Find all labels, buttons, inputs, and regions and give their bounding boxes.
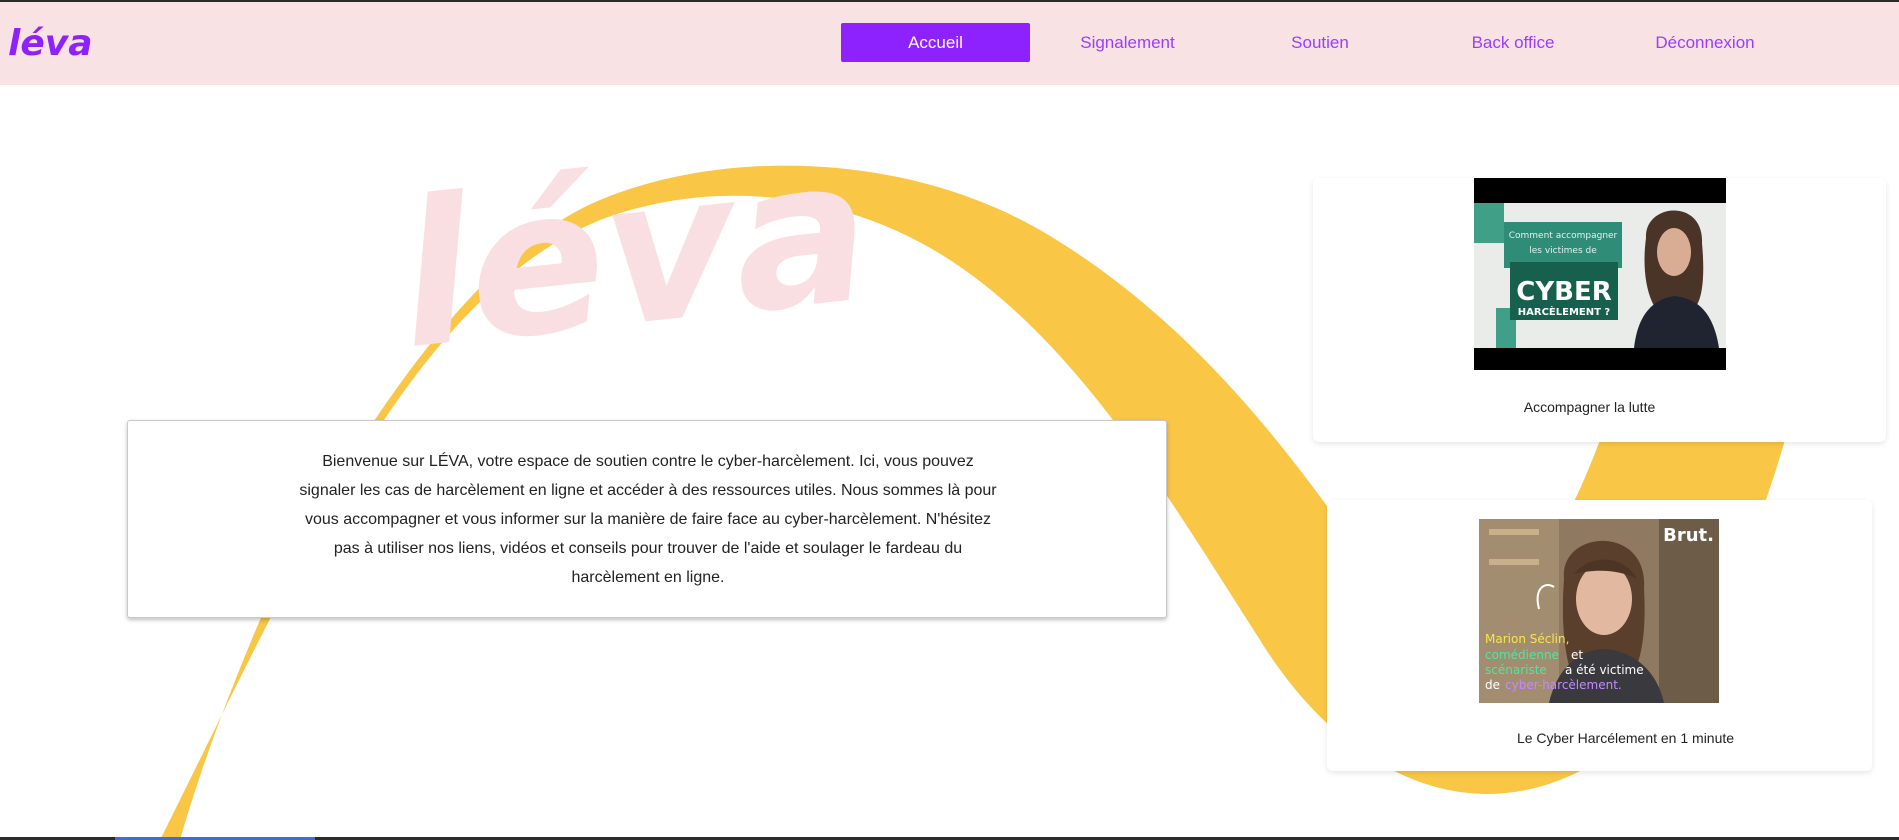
nav-back-office[interactable]: Back office xyxy=(1433,23,1593,62)
video-title[interactable]: Le Cyber Harcélement en 1 minute xyxy=(1353,730,1898,746)
video-card-cyber-harcelement[interactable]: Brut. Marion Séclin, comédienne et scéna… xyxy=(1327,500,1872,771)
svg-text:comédienne: comédienne xyxy=(1485,648,1559,662)
video-title[interactable]: Accompagner la lutte xyxy=(1303,399,1876,415)
svg-text:scénariste: scénariste xyxy=(1485,663,1547,677)
nav-signalement[interactable]: Signalement xyxy=(1040,23,1215,62)
thumbnail-art: Comment accompagner les victimes de CYBE… xyxy=(1474,178,1726,370)
logo-text: léva xyxy=(8,23,93,64)
thumbnail-art: Brut. Marion Séclin, comédienne et scéna… xyxy=(1479,519,1719,703)
svg-text:a été victime: a été victime xyxy=(1565,663,1644,677)
leva-watermark: léva xyxy=(389,113,880,394)
svg-text:les victimes de: les victimes de xyxy=(1529,246,1597,256)
welcome-text: Bienvenue sur LÉVA, votre espace de sout… xyxy=(299,453,997,586)
leva-logo[interactable]: léva xyxy=(8,18,100,64)
video-thumbnail[interactable]: Comment accompagner les victimes de CYBE… xyxy=(1474,178,1726,370)
welcome-card: Bienvenue sur LÉVA, votre espace de sout… xyxy=(127,420,1167,618)
svg-text:cyber-harcèlement.: cyber-harcèlement. xyxy=(1505,678,1622,692)
svg-text:Marion Séclin,: Marion Séclin, xyxy=(1485,632,1569,646)
svg-text:et: et xyxy=(1571,648,1583,662)
nav-soutien[interactable]: Soutien xyxy=(1245,23,1395,62)
svg-text:de: de xyxy=(1485,678,1500,692)
svg-text:HARCÈLEMENT ?: HARCÈLEMENT ? xyxy=(1518,305,1611,318)
svg-text:CYBER: CYBER xyxy=(1516,277,1612,307)
video-thumbnail[interactable]: Brut. Marion Séclin, comédienne et scéna… xyxy=(1479,519,1719,703)
nav-deconnexion[interactable]: Déconnexion xyxy=(1625,23,1785,62)
svg-text:Comment accompagner: Comment accompagner xyxy=(1509,231,1618,241)
nav-accueil[interactable]: Accueil xyxy=(841,23,1030,62)
top-navbar: léva Accueil Signalement Soutien Back of… xyxy=(0,2,1899,85)
video-card-accompagner[interactable]: Comment accompagner les victimes de CYBE… xyxy=(1313,178,1886,442)
svg-text:Brut.: Brut. xyxy=(1663,525,1714,546)
